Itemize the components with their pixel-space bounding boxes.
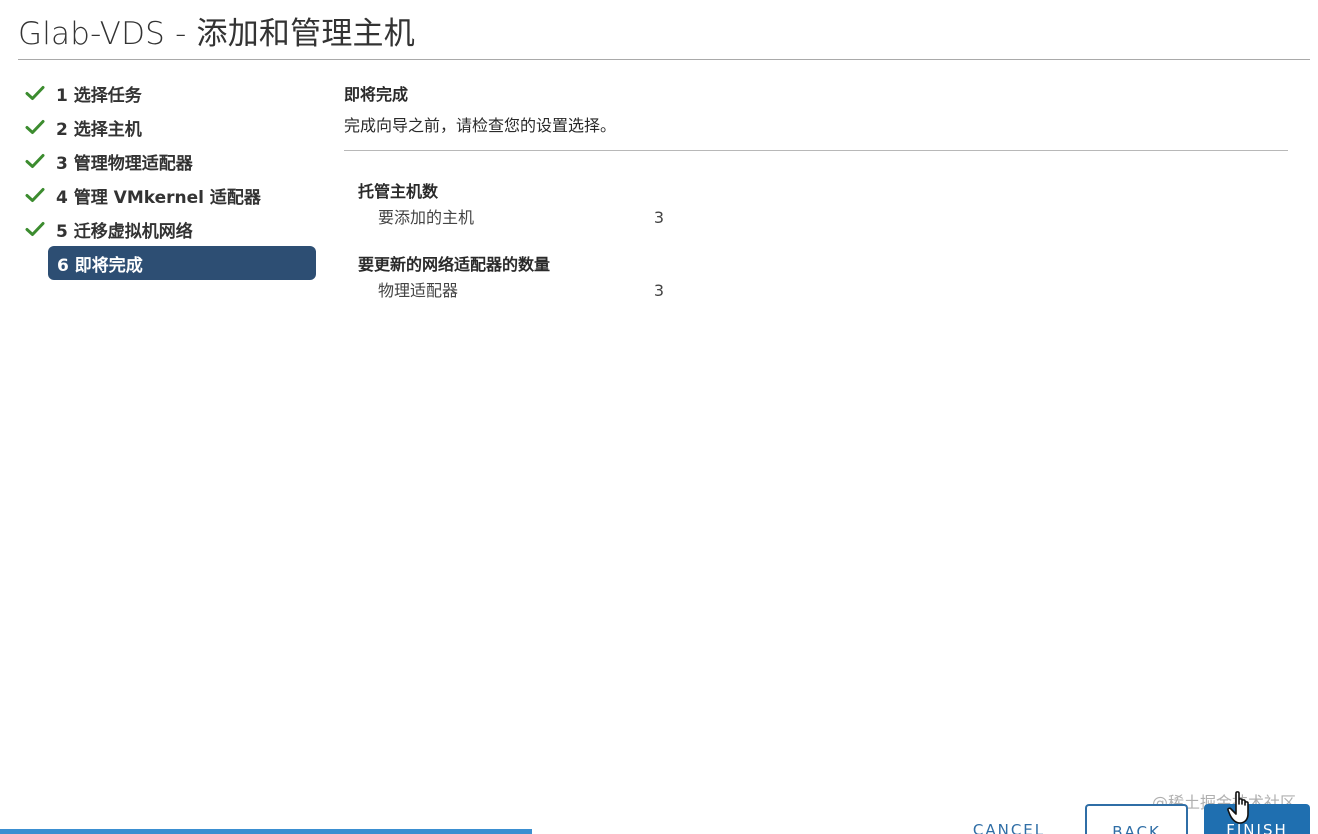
check-icon (24, 83, 46, 103)
title-divider (18, 59, 1310, 60)
row-value: 3 (653, 281, 664, 300)
hand-cursor-icon (1227, 790, 1255, 826)
progress-bar (0, 829, 532, 834)
check-icon (24, 117, 46, 137)
cancel-button[interactable]: CANCEL (956, 804, 1062, 834)
back-button[interactable]: BACK (1085, 804, 1188, 834)
step-manage-physical-adapters[interactable]: 3 管理物理适配器 (24, 144, 324, 178)
summary-group-managed-hosts: 托管主机数 要添加的主机 3 (358, 179, 678, 231)
summary-panel: 即将完成 完成向导之前，请检查您的设置选择。 (344, 80, 1288, 151)
summary-row: 物理适配器 3 (358, 278, 664, 304)
row-value: 3 (653, 208, 664, 227)
group-title: 托管主机数 (358, 182, 439, 201)
check-icon (24, 185, 46, 205)
summary-row: 要添加的主机 3 (358, 205, 664, 231)
step-label: 4 管理 VMkernel 适配器 (56, 187, 261, 208)
step-label: 3 管理物理适配器 (56, 153, 193, 174)
step-migrate-vm-networking[interactable]: 5 迁移虚拟机网络 (24, 212, 324, 246)
check-icon (24, 151, 46, 171)
page-heading: 即将完成 (344, 85, 409, 104)
row-label: 物理适配器 (378, 281, 459, 300)
step-label: 1 选择任务 (56, 85, 142, 106)
step-label: 2 选择主机 (56, 119, 142, 140)
content-divider (344, 150, 1288, 151)
page-description: 完成向导之前，请检查您的设置选择。 (344, 116, 617, 135)
step-label: 5 迁移虚拟机网络 (56, 221, 193, 242)
finish-button[interactable]: FINISH (1204, 804, 1310, 834)
check-icon (24, 219, 46, 239)
row-label: 要添加的主机 (378, 208, 475, 227)
step-manage-vmkernel-adapters[interactable]: 4 管理 VMkernel 适配器 (24, 178, 324, 212)
dialog-title: Glab-VDS - 添加和管理主机 (18, 16, 415, 52)
wizard-steps-nav: 1 选择任务 2 选择主机 3 管理物理适配器 4 管理 VMkernel 适配… (24, 76, 324, 280)
step-select-task[interactable]: 1 选择任务 (24, 76, 324, 110)
wizard-dialog: Glab-VDS - 添加和管理主机 1 选择任务 2 选择主机 3 管理物理适… (0, 0, 1318, 834)
summary-group-network-adapters: 要更新的网络适配器的数量 物理适配器 3 (358, 252, 678, 304)
group-title: 要更新的网络适配器的数量 (358, 255, 551, 274)
step-label: 6 即将完成 (57, 255, 143, 276)
step-ready-to-complete[interactable]: 6 即将完成 (48, 246, 316, 280)
step-select-hosts[interactable]: 2 选择主机 (24, 110, 324, 144)
